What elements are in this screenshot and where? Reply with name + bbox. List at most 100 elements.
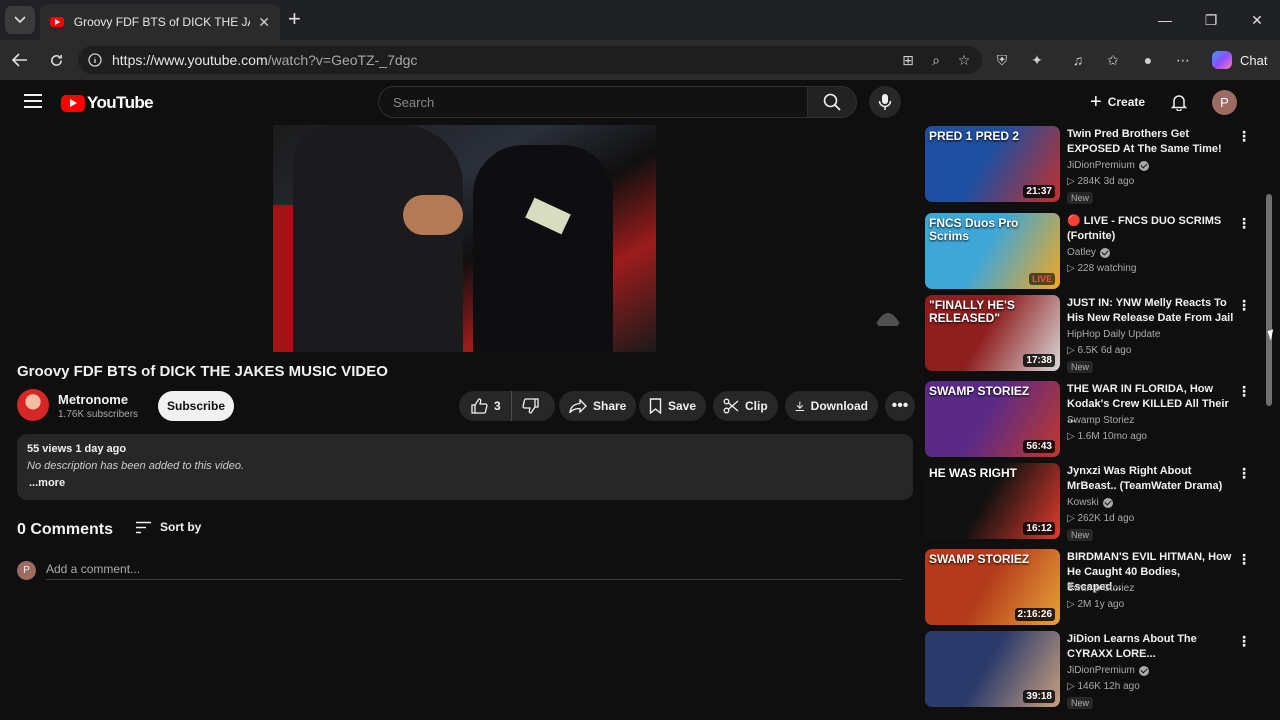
recommended-video-title[interactable]: Jynxzi Was Right About MrBeast.. (TeamWa… bbox=[1067, 464, 1235, 494]
like-button[interactable]: 3 bbox=[459, 391, 512, 421]
more-vertical-icon[interactable]: ⋮ bbox=[1237, 215, 1251, 232]
voice-search-button[interactable] bbox=[869, 86, 901, 118]
page-scrollbar[interactable] bbox=[1262, 82, 1276, 718]
clip-label: Clip bbox=[745, 399, 768, 413]
search-placeholder: Search bbox=[393, 94, 435, 110]
sort-comments-button[interactable]: Sort by bbox=[135, 520, 201, 534]
create-button[interactable]: + Create bbox=[1078, 87, 1157, 117]
info-icon[interactable] bbox=[88, 53, 102, 67]
add-comment-input[interactable]: Add a comment... bbox=[46, 562, 902, 580]
live-badge: LIVE bbox=[1028, 273, 1055, 285]
download-button[interactable]: Download bbox=[785, 391, 878, 421]
back-arrow-icon[interactable] bbox=[8, 48, 32, 72]
tab-title: Groovy FDF BTS of DICK THE JAKES bbox=[73, 15, 251, 29]
recommended-channel[interactable]: Swamp Storiez bbox=[1067, 583, 1134, 594]
minimize-icon[interactable]: — bbox=[1142, 0, 1188, 40]
tab-actions-menu-button[interactable] bbox=[5, 6, 35, 34]
apps-icon[interactable]: ⊞ bbox=[896, 48, 920, 72]
notifications-bell-icon[interactable] bbox=[1168, 91, 1190, 113]
more-vertical-icon[interactable]: ⋮ bbox=[1237, 128, 1251, 145]
share-button[interactable]: Share bbox=[559, 391, 637, 421]
channel-avatar[interactable] bbox=[17, 389, 49, 421]
more-vertical-icon[interactable]: ⋮ bbox=[1237, 383, 1251, 400]
close-tab-icon[interactable]: ✕ bbox=[258, 14, 270, 31]
thumbnail-caption: "FINALLY HE'S RELEASED" bbox=[929, 298, 1015, 325]
youtube-logo[interactable]: YouTube bbox=[61, 93, 154, 113]
video-frame-figure bbox=[293, 125, 463, 352]
media-control-icon[interactable]: ♫ bbox=[1066, 48, 1090, 72]
recommended-video-title[interactable]: 🔴 LIVE - FNCS DUO SCRIMS (Fortnite) bbox=[1067, 214, 1235, 244]
thumbnail-caption: HE WAS RIGHT bbox=[929, 466, 1018, 480]
refresh-icon[interactable] bbox=[44, 48, 68, 72]
recommended-channel[interactable]: HipHop Daily Update bbox=[1067, 329, 1160, 340]
extension-badge-icon[interactable]: ⛨ bbox=[990, 48, 1014, 72]
clip-button[interactable]: Clip bbox=[713, 391, 778, 421]
video-thumbnail[interactable]: "FINALLY HE'S RELEASED" 17:38 bbox=[925, 295, 1060, 371]
video-thumbnail[interactable]: 39:18 bbox=[925, 631, 1060, 707]
more-actions-button[interactable]: ••• bbox=[885, 391, 915, 421]
browser-tab[interactable]: Groovy FDF BTS of DICK THE JAKES ✕ bbox=[40, 4, 280, 40]
recommended-channel[interactable]: JiDionPremium bbox=[1067, 665, 1149, 676]
favorites-icon[interactable]: ✩ bbox=[1101, 48, 1125, 72]
plus-icon: + bbox=[1090, 90, 1102, 113]
scrollbar-thumb[interactable] bbox=[1266, 194, 1272, 406]
search-icon bbox=[823, 93, 841, 111]
url-host: https://www.youtube.com bbox=[112, 52, 268, 68]
recommended-video[interactable]: "FINALLY HE'S RELEASED" 17:38 JUST IN: YNW… bbox=[925, 295, 1255, 373]
recommended-stats: ▷ 1.6M 10mo ago bbox=[1067, 431, 1147, 442]
zoom-icon[interactable]: ⌕ bbox=[924, 48, 948, 72]
recommended-video[interactable]: PRED 1 PRED 2 21:37 Twin Pred Brothers Get… bbox=[925, 126, 1255, 204]
save-button[interactable]: Save bbox=[639, 391, 707, 421]
search-button[interactable] bbox=[807, 86, 857, 118]
more-vertical-icon[interactable]: ⋮ bbox=[1237, 297, 1251, 314]
recommended-video[interactable]: HE WAS RIGHT 16:12 Jynxzi Was Right About … bbox=[925, 463, 1255, 541]
more-menu-icon[interactable]: ⋯ bbox=[1171, 48, 1195, 72]
account-avatar[interactable]: P bbox=[1212, 90, 1237, 115]
video-thumbnail[interactable]: PRED 1 PRED 2 21:37 bbox=[925, 126, 1060, 202]
favorite-star-icon[interactable]: ☆ bbox=[952, 48, 976, 72]
chat-label: Chat bbox=[1240, 52, 1268, 68]
video-thumbnail[interactable]: FNCS Duos Pro Scrims LIVE bbox=[925, 213, 1060, 289]
recommended-video-title[interactable]: JUST IN: YNW Melly Reacts To His New Rel… bbox=[1067, 296, 1235, 326]
recommended-channel-name: Swamp Storiez bbox=[1067, 583, 1135, 594]
recommended-channel[interactable]: Oatley bbox=[1067, 247, 1110, 258]
recommendations-list: PRED 1 PRED 2 21:37 Twin Pred Brothers Get… bbox=[925, 126, 1255, 720]
recommended-video[interactable]: FNCS Duos Pro Scrims LIVE 🔴 LIVE - FNCS DU… bbox=[925, 213, 1255, 291]
video-thumbnail[interactable]: SWAMP STORIEZ 2:16:26 bbox=[925, 549, 1060, 625]
channel-subscriber-count: 1.76K subscribers bbox=[58, 409, 139, 420]
like-dislike-group: 3 bbox=[459, 391, 555, 421]
thumbnail-caption: FNCS Duos Pro Scrims bbox=[929, 216, 1019, 243]
channel-watermark-icon[interactable] bbox=[872, 300, 904, 328]
close-window-icon[interactable]: ✕ bbox=[1234, 0, 1280, 40]
channel-name[interactable]: Metronome bbox=[58, 392, 128, 407]
restore-icon[interactable]: ❐ bbox=[1188, 0, 1234, 40]
more-vertical-icon[interactable]: ⋮ bbox=[1237, 551, 1251, 568]
recommended-channel[interactable]: Swamp Storiez bbox=[1067, 415, 1134, 426]
subscribe-button[interactable]: Subscribe bbox=[158, 391, 234, 421]
new-tab-button[interactable]: + bbox=[288, 8, 301, 30]
more-vertical-icon[interactable]: ⋮ bbox=[1237, 633, 1251, 650]
copilot-chat-button[interactable]: Chat bbox=[1206, 46, 1274, 74]
recommended-video-title[interactable]: JiDion Learns About The CYRAXX LORE... bbox=[1067, 632, 1235, 662]
recommended-video[interactable]: SWAMP STORIEZ 2:16:26 BIRDMAN'S EVIL HITMA… bbox=[925, 549, 1255, 627]
video-player[interactable] bbox=[273, 125, 656, 352]
recommended-channel[interactable]: JiDionPremium bbox=[1067, 160, 1149, 171]
recommended-video-title[interactable]: Twin Pred Brothers Get EXPOSED At The Sa… bbox=[1067, 127, 1235, 157]
extensions-puzzle-icon[interactable]: ✦ bbox=[1025, 48, 1049, 72]
profile-icon[interactable]: ● bbox=[1136, 48, 1160, 72]
description-box[interactable]: 55 views 1 day ago No description has be… bbox=[17, 434, 913, 500]
menu-hamburger-icon[interactable] bbox=[24, 94, 42, 108]
video-thumbnail[interactable]: SWAMP STORIEZ 56:43 bbox=[925, 381, 1060, 457]
recommended-video[interactable]: SWAMP STORIEZ 56:43 THE WAR IN FLORIDA, Ho… bbox=[925, 381, 1255, 459]
show-more-link[interactable]: ...more bbox=[29, 477, 903, 489]
recommended-channel[interactable]: Kowski bbox=[1067, 497, 1113, 508]
url-input[interactable]: https://www.youtube.com/watch?v=GeoTZ-_7… bbox=[78, 46, 982, 74]
recommended-video[interactable]: 39:18 JiDion Learns About The CYRAXX LORE… bbox=[925, 631, 1255, 709]
youtube-favicon-icon bbox=[50, 17, 64, 27]
youtube-header: YouTube Search + Create P bbox=[4, 82, 1264, 124]
copilot-icon bbox=[1212, 51, 1232, 69]
video-thumbnail[interactable]: HE WAS RIGHT 16:12 bbox=[925, 463, 1060, 539]
more-vertical-icon[interactable]: ⋮ bbox=[1237, 465, 1251, 482]
search-input[interactable]: Search bbox=[378, 86, 808, 118]
dislike-button[interactable] bbox=[512, 398, 547, 414]
